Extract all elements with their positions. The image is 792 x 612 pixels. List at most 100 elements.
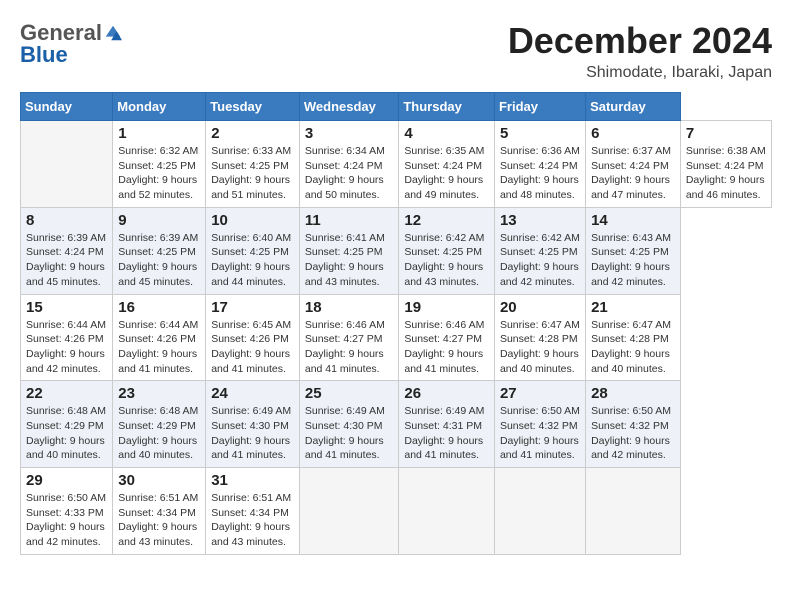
day-number: 12 [404,212,489,229]
calendar-header-saturday: Saturday [586,93,681,121]
calendar-cell: 28 Sunrise: 6:50 AM Sunset: 4:32 PM Dayli… [586,381,681,468]
calendar-header-row: SundayMondayTuesdayWednesdayThursdayFrid… [21,93,772,121]
day-number: 31 [211,472,294,489]
day-number: 28 [591,385,675,402]
day-info: Sunrise: 6:47 AM Sunset: 4:28 PM Dayligh… [591,318,675,377]
day-number: 27 [500,385,580,402]
location: Shimodate, Ibaraki, Japan [508,64,772,82]
calendar-cell: 8Sunrise: 6:39 AM Sunset: 4:24 PM Daylig… [21,207,113,294]
calendar-week-row: 8Sunrise: 6:39 AM Sunset: 4:24 PM Daylig… [21,207,772,294]
day-number: 10 [211,212,294,229]
day-number: 6 [591,125,675,142]
logo-icon [104,24,122,42]
day-info: Sunrise: 6:35 AM Sunset: 4:24 PM Dayligh… [404,144,489,203]
calendar-cell: 13 Sunrise: 6:42 AM Sunset: 4:25 PM Dayli… [494,207,585,294]
day-number: 21 [591,299,675,316]
day-info: Sunrise: 6:50 AM Sunset: 4:32 PM Dayligh… [500,404,580,463]
day-number: 15 [26,299,107,316]
day-info: Sunrise: 6:42 AM Sunset: 4:25 PM Dayligh… [500,231,580,290]
day-info: Sunrise: 6:44 AM Sunset: 4:26 PM Dayligh… [26,318,107,377]
calendar-cell: 18Sunrise: 6:46 AM Sunset: 4:27 PM Dayli… [299,294,399,381]
calendar-cell: 31Sunrise: 6:51 AM Sunset: 4:34 PM Dayli… [206,468,300,555]
day-number: 13 [500,212,580,229]
day-number: 23 [118,385,200,402]
month-title: December 2024 [508,20,772,62]
day-number: 5 [500,125,580,142]
day-info: Sunrise: 6:48 AM Sunset: 4:29 PM Dayligh… [118,404,200,463]
calendar-week-row: 1 Sunrise: 6:32 AM Sunset: 4:25 PM Daylig… [21,121,772,208]
calendar-cell: 5 Sunrise: 6:36 AM Sunset: 4:24 PM Daylig… [494,121,585,208]
day-number: 20 [500,299,580,316]
day-info: Sunrise: 6:39 AM Sunset: 4:25 PM Dayligh… [118,231,200,290]
calendar-cell [21,121,113,208]
day-number: 2 [211,125,294,142]
calendar-header-monday: Monday [113,93,206,121]
calendar-week-row: 22Sunrise: 6:48 AM Sunset: 4:29 PM Dayli… [21,381,772,468]
day-info: Sunrise: 6:46 AM Sunset: 4:27 PM Dayligh… [404,318,489,377]
day-info: Sunrise: 6:38 AM Sunset: 4:24 PM Dayligh… [686,144,766,203]
calendar-header-friday: Friday [494,93,585,121]
day-number: 1 [118,125,200,142]
day-info: Sunrise: 6:45 AM Sunset: 4:26 PM Dayligh… [211,318,294,377]
day-number: 9 [118,212,200,229]
calendar-cell: 27 Sunrise: 6:50 AM Sunset: 4:32 PM Dayli… [494,381,585,468]
day-info: Sunrise: 6:44 AM Sunset: 4:26 PM Dayligh… [118,318,200,377]
day-number: 19 [404,299,489,316]
day-info: Sunrise: 6:49 AM Sunset: 4:30 PM Dayligh… [211,404,294,463]
calendar-cell: 21 Sunrise: 6:47 AM Sunset: 4:28 PM Dayli… [586,294,681,381]
calendar-cell: 19 Sunrise: 6:46 AM Sunset: 4:27 PM Dayli… [399,294,495,381]
day-info: Sunrise: 6:33 AM Sunset: 4:25 PM Dayligh… [211,144,294,203]
logo-blue: Blue [20,42,68,68]
calendar-cell: 7Sunrise: 6:38 AM Sunset: 4:24 PM Daylig… [680,121,771,208]
day-info: Sunrise: 6:34 AM Sunset: 4:24 PM Dayligh… [305,144,394,203]
page-header: General Blue December 2024 Shimodate, Ib… [20,20,772,82]
day-info: Sunrise: 6:40 AM Sunset: 4:25 PM Dayligh… [211,231,294,290]
day-info: Sunrise: 6:49 AM Sunset: 4:30 PM Dayligh… [305,404,394,463]
calendar-cell: 24 Sunrise: 6:49 AM Sunset: 4:30 PM Dayli… [206,381,300,468]
day-info: Sunrise: 6:37 AM Sunset: 4:24 PM Dayligh… [591,144,675,203]
calendar-cell: 3Sunrise: 6:34 AM Sunset: 4:24 PM Daylig… [299,121,399,208]
day-info: Sunrise: 6:50 AM Sunset: 4:33 PM Dayligh… [26,491,107,550]
calendar-cell [494,468,585,555]
day-info: Sunrise: 6:41 AM Sunset: 4:25 PM Dayligh… [305,231,394,290]
day-number: 4 [404,125,489,142]
calendar-cell: 22Sunrise: 6:48 AM Sunset: 4:29 PM Dayli… [21,381,113,468]
day-number: 26 [404,385,489,402]
calendar-cell [586,468,681,555]
day-number: 14 [591,212,675,229]
calendar-cell: 30 Sunrise: 6:51 AM Sunset: 4:34 PM Dayli… [113,468,206,555]
calendar-cell: 12 Sunrise: 6:42 AM Sunset: 4:25 PM Dayli… [399,207,495,294]
day-info: Sunrise: 6:50 AM Sunset: 4:32 PM Dayligh… [591,404,675,463]
day-info: Sunrise: 6:32 AM Sunset: 4:25 PM Dayligh… [118,144,200,203]
title-area: December 2024 Shimodate, Ibaraki, Japan [508,20,772,82]
calendar-cell: 1 Sunrise: 6:32 AM Sunset: 4:25 PM Daylig… [113,121,206,208]
calendar-table: SundayMondayTuesdayWednesdayThursdayFrid… [20,92,772,555]
day-info: Sunrise: 6:47 AM Sunset: 4:28 PM Dayligh… [500,318,580,377]
calendar-cell: 26 Sunrise: 6:49 AM Sunset: 4:31 PM Dayli… [399,381,495,468]
day-number: 24 [211,385,294,402]
calendar-cell: 23 Sunrise: 6:48 AM Sunset: 4:29 PM Dayli… [113,381,206,468]
day-info: Sunrise: 6:36 AM Sunset: 4:24 PM Dayligh… [500,144,580,203]
day-number: 30 [118,472,200,489]
day-info: Sunrise: 6:51 AM Sunset: 4:34 PM Dayligh… [118,491,200,550]
calendar-cell: 4 Sunrise: 6:35 AM Sunset: 4:24 PM Daylig… [399,121,495,208]
calendar-header-sunday: Sunday [21,93,113,121]
day-number: 8 [26,212,107,229]
calendar-cell: 6 Sunrise: 6:37 AM Sunset: 4:24 PM Daylig… [586,121,681,208]
calendar-cell: 20 Sunrise: 6:47 AM Sunset: 4:28 PM Dayli… [494,294,585,381]
calendar-cell: 16Sunrise: 6:44 AM Sunset: 4:26 PM Dayli… [113,294,206,381]
calendar-cell: 9 Sunrise: 6:39 AM Sunset: 4:25 PM Daylig… [113,207,206,294]
day-info: Sunrise: 6:46 AM Sunset: 4:27 PM Dayligh… [305,318,394,377]
calendar-cell [399,468,495,555]
calendar-cell: 15 Sunrise: 6:44 AM Sunset: 4:26 PM Dayli… [21,294,113,381]
day-info: Sunrise: 6:43 AM Sunset: 4:25 PM Dayligh… [591,231,675,290]
calendar-cell: 11Sunrise: 6:41 AM Sunset: 4:25 PM Dayli… [299,207,399,294]
day-info: Sunrise: 6:49 AM Sunset: 4:31 PM Dayligh… [404,404,489,463]
logo: General Blue [20,20,122,68]
day-info: Sunrise: 6:42 AM Sunset: 4:25 PM Dayligh… [404,231,489,290]
day-number: 25 [305,385,394,402]
day-number: 17 [211,299,294,316]
calendar-cell: 17 Sunrise: 6:45 AM Sunset: 4:26 PM Dayli… [206,294,300,381]
calendar-cell: 29 Sunrise: 6:50 AM Sunset: 4:33 PM Dayli… [21,468,113,555]
day-number: 29 [26,472,107,489]
